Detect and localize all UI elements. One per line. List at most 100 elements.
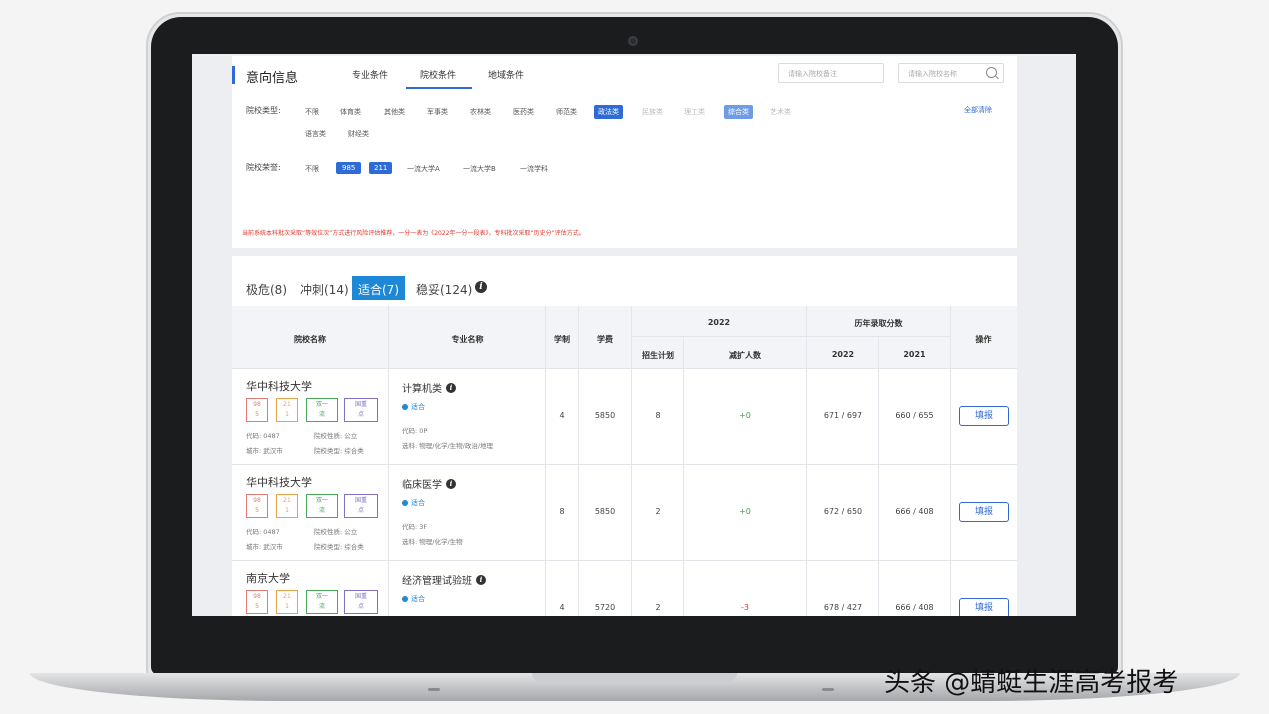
tab-high-risk[interactable]: 极危(8) [240,276,293,300]
school-note-input[interactable]: 请输入院校备注 [778,63,884,83]
badge-211: 21 1 [276,590,298,614]
col-plan: 招生计划 [642,351,674,360]
school-name[interactable]: 华中科技大学 [246,474,312,490]
table-row: 南京大学 98 5 21 1 双一流 国重点 经济管理试验班 i 适合 4 5720 … [232,560,1017,616]
honor-option[interactable]: 一流学科 [520,164,548,174]
tab-safe[interactable]: 稳妥(124) [410,276,478,300]
col-major: 专业名称 [451,335,484,344]
badge-national-key: 国重点 [344,494,378,518]
tuition-cell: 5720 [594,603,616,612]
major-subjects: 选科: 物理/化学/生物/政治/地理 [402,442,494,450]
change-cell: -3 [741,603,749,612]
fit-status: 适合 [402,498,425,508]
honor-option[interactable]: 一流大学A [407,164,440,174]
honor-option-selected[interactable]: 985 [336,162,362,174]
table-row: 华中科技大学 98 5 21 1 双一流 国重点 代码: 0487 院校性质: 公立… [232,464,1017,560]
apply-button[interactable]: 填报 [959,502,1009,522]
score-2021-cell: 666 / 408 [895,507,934,516]
school-city: 城市: 武汉市 [246,447,283,455]
status-dot-icon [402,404,408,410]
type-option[interactable]: 体育类 [340,107,361,117]
school-nature: 院校性质: 公立 [314,528,358,536]
tab-region-conditions[interactable]: 地域条件 [488,68,524,81]
type-option[interactable]: 理工类 [684,107,705,117]
tab-suitable[interactable]: 适合(7) [352,276,405,300]
major-subjects: 选科: 物理/化学/生物 [402,538,463,546]
type-option[interactable]: 艺术类 [770,107,791,117]
col-duration: 学制 [554,335,570,344]
col-tuition: 学费 [597,335,613,344]
badge-211: 21 1 [276,494,298,518]
school-nature: 院校性质: 公立 [314,432,358,440]
tab-major-conditions[interactable]: 专业条件 [352,68,388,81]
honor-option[interactable]: 一流大学B [463,164,496,174]
change-cell: +0 [739,507,751,516]
major-code: 代码: 0P [402,427,428,435]
score-2022-cell: 671 / 697 [823,411,863,420]
tab-school-conditions[interactable]: 院校条件 [420,68,456,81]
apply-button[interactable]: 填报 [959,406,1009,426]
type-option[interactable]: 民族类 [642,107,663,117]
type-option[interactable]: 不限 [305,107,319,117]
type-option-selected[interactable]: 政法类 [594,105,623,119]
duration-cell: 4 [559,411,565,420]
honor-option[interactable]: 不限 [305,164,319,174]
filter-panel: 意向信息 专业条件 院校条件 地域条件 请输入院校备注 请输入院校名称 院校类型… [232,56,1017,248]
change-cell: +0 [739,411,751,420]
major-name[interactable]: 经济管理试验班 i [402,572,486,587]
evaluation-note: 当前系统本科批次采取“等效位次”方式进行风险评估推荐，一分一表为《2022年一分… [242,230,585,237]
honor-option-selected[interactable]: 211 [369,162,393,174]
badge-985: 98 5 [246,398,268,422]
plan-cell: 2 [655,507,661,516]
type-option[interactable]: 财经类 [348,129,369,139]
type-option[interactable]: 军事类 [427,107,448,117]
score-2021-cell: 660 / 655 [895,411,934,420]
info-icon[interactable]: i [476,574,486,585]
badge-double-first-class: 双一流 [306,398,338,422]
col-change: 减扩人数 [729,351,761,360]
type-option[interactable]: 师范类 [556,107,577,117]
school-kind: 院校类型: 综合类 [314,543,364,551]
duration-cell: 8 [559,507,565,516]
badge-double-first-class: 双一流 [306,494,338,518]
camera-icon [628,36,638,46]
type-option[interactable]: 农林类 [470,107,491,117]
plan-cell: 2 [655,603,661,612]
apply-button[interactable]: 填报 [959,598,1009,616]
laptop-foot [822,688,834,691]
divider [632,336,950,337]
school-code: 代码: 0487 [246,528,280,536]
badge-985: 98 5 [246,590,268,614]
major-name[interactable]: 计算机类 i [402,380,456,395]
status-dot-icon [402,596,408,602]
type-option[interactable]: 医药类 [513,107,534,117]
type-option[interactable]: 其他类 [384,107,405,117]
badge-national-key: 国重点 [344,590,378,614]
tuition-cell: 5850 [594,411,616,420]
info-icon[interactable]: i [446,478,456,489]
status-dot-icon [402,500,408,506]
type-option[interactable]: 语言类 [305,129,326,139]
fit-status: 适合 [402,594,425,604]
page-title: 意向信息 [246,71,299,86]
tab-sprint[interactable]: 冲刺(14) [294,276,355,300]
results-panel: 极危(8) 冲刺(14) 适合(7) 稳妥(124) i 院校名称 专业名称 学… [232,256,1017,616]
major-label: 临床医学 [402,480,442,491]
type-option-selected[interactable]: 综合类 [724,105,753,119]
col-action: 操作 [975,335,992,344]
watermark: 头条 @蜻蜓生涯高考报考 [884,668,1179,698]
major-code: 代码: 3F [402,523,428,531]
school-name[interactable]: 南京大学 [246,570,290,586]
school-name[interactable]: 华中科技大学 [246,378,312,394]
info-icon[interactable]: i [446,382,456,393]
duration-cell: 4 [559,603,565,612]
major-name[interactable]: 临床医学 i [402,476,456,491]
col-school: 院校名称 [294,335,326,344]
fit-status: 适合 [402,402,425,412]
search-icon[interactable] [986,67,997,78]
school-honor-label: 院校荣誉: [246,163,281,172]
info-icon[interactable]: i [475,281,487,293]
major-label: 经济管理试验班 [402,576,472,587]
clear-all-link[interactable]: 全部清除 [964,105,992,115]
app-screen: 意向信息 专业条件 院校条件 地域条件 请输入院校备注 请输入院校名称 院校类型… [192,54,1076,616]
